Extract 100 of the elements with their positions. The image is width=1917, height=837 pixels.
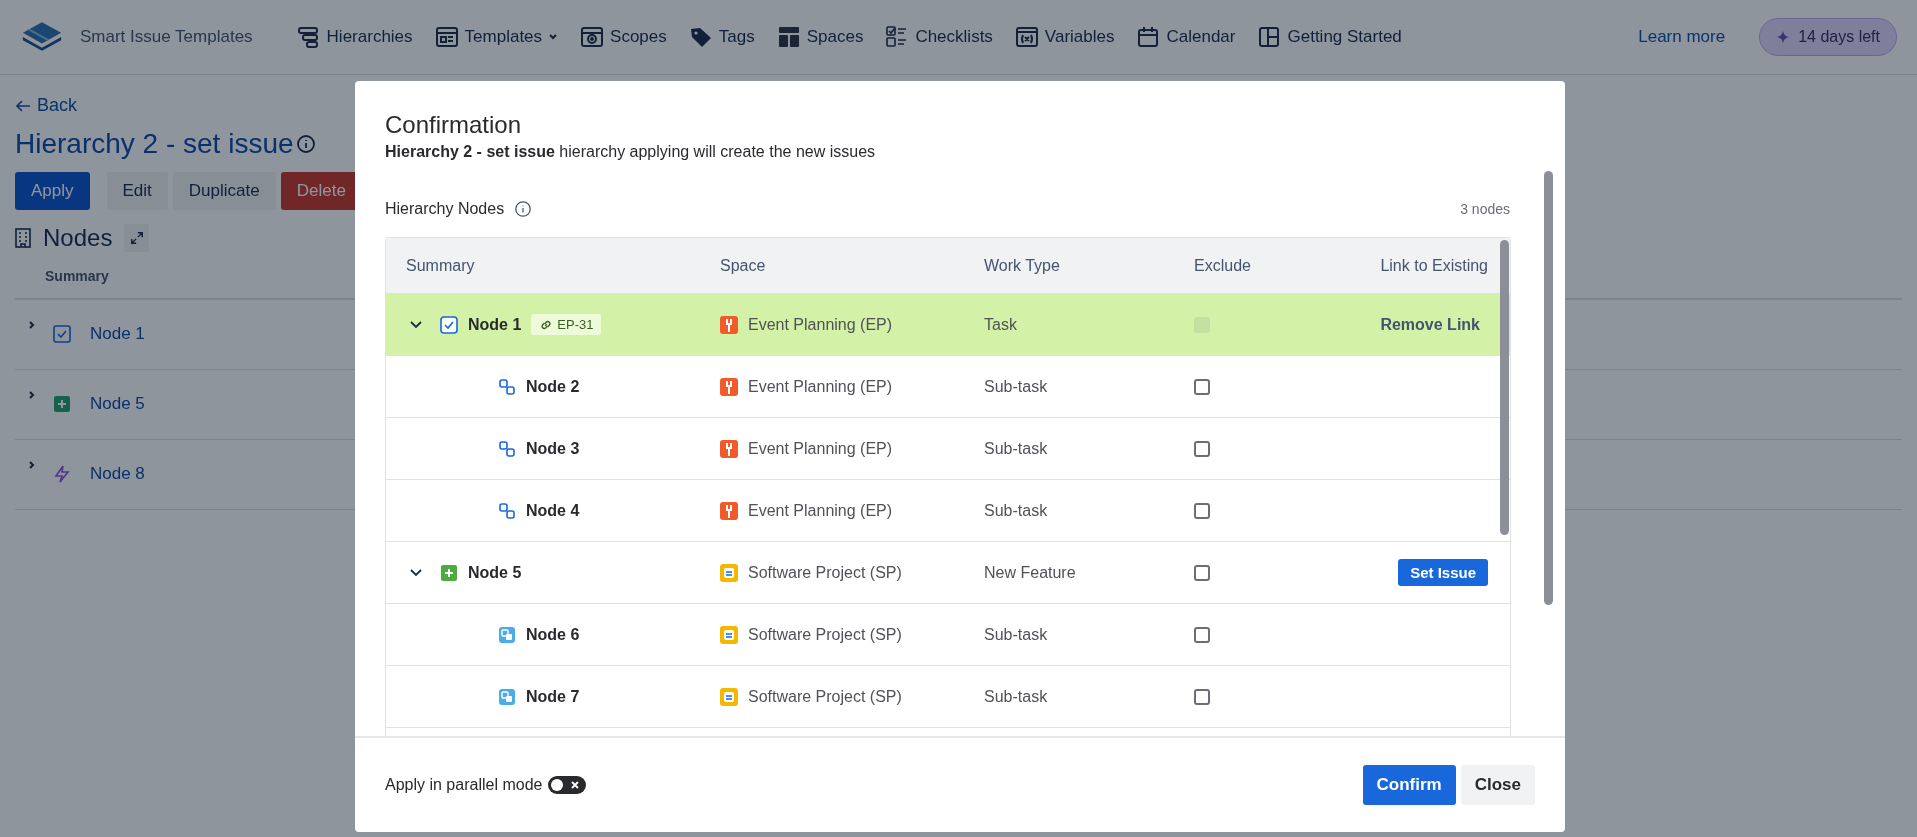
checkbox-icon	[53, 325, 71, 343]
wrench-icon	[720, 439, 738, 458]
node-name: Node 4	[526, 501, 580, 520]
plus-icon	[53, 395, 71, 413]
linked-issue-tag[interactable]: EP-31	[531, 314, 602, 335]
space-name: Software Project (SP)	[748, 563, 902, 582]
node-link[interactable]: Node 5	[90, 394, 145, 414]
page-title: Hierarchy 2 - set issue	[15, 127, 294, 160]
exclude-checkbox[interactable]	[1194, 626, 1210, 643]
expand-button[interactable]	[124, 223, 150, 252]
column-header: Summary	[405, 256, 476, 275]
work-type: Sub-task	[984, 501, 1048, 520]
node-name: Node 7	[526, 687, 580, 706]
plus-icon	[440, 563, 458, 582]
dialog-subtitle: Hierarchy 2 - set issue hierarchy applying will create the new issues	[385, 143, 877, 161]
space-name: Event Planning (EP)	[748, 377, 893, 396]
subtask-icon	[498, 439, 516, 458]
action-button[interactable]: Duplicate	[172, 171, 276, 210]
variable-icon	[1014, 25, 1039, 49]
back-link[interactable]: Back	[15, 95, 78, 116]
logo-icon	[20, 20, 64, 54]
parallel-mode-label: Apply in parallel mode	[385, 776, 543, 794]
nav-link[interactable]: Getting Started	[1257, 25, 1402, 49]
lightning-icon	[53, 465, 71, 483]
node-link[interactable]: Node 1	[90, 324, 145, 344]
node-name: Node 1	[468, 315, 522, 334]
work-type: Sub-task	[984, 625, 1048, 644]
section-label: Hierarchy Nodes	[385, 200, 505, 218]
exclude-checkbox[interactable]	[1194, 564, 1210, 581]
work-type: Sub-task	[984, 439, 1048, 458]
space-name: Software Project (SP)	[748, 687, 902, 706]
chevron-right-icon[interactable]	[27, 319, 37, 330]
column-header: Work Type	[984, 256, 1061, 275]
info-icon	[514, 200, 533, 218]
nodes-heading: Nodes	[43, 223, 113, 252]
dialog-button[interactable]: Close	[1460, 765, 1535, 805]
exclude-checkbox[interactable]	[1194, 440, 1210, 457]
space-name: Event Planning (EP)	[748, 315, 893, 334]
subtask-icon	[498, 377, 516, 396]
info-icon	[295, 133, 316, 154]
hierarchy-icon	[296, 25, 321, 49]
nav-link[interactable]: Variables	[1014, 25, 1115, 49]
space-icon	[720, 563, 738, 582]
parallel-mode-toggle[interactable]	[548, 776, 587, 794]
subtask-icon	[498, 501, 516, 520]
work-type: Task	[984, 315, 1017, 334]
work-type: New Feature	[984, 563, 1076, 582]
subtask-icon	[498, 625, 516, 644]
nav-link[interactable]: Scopes	[580, 25, 667, 49]
nav-link[interactable]: Hierarchies	[296, 25, 413, 49]
dialog-button[interactable]: Confirm	[1362, 765, 1456, 805]
space-name: Event Planning (EP)	[748, 501, 893, 520]
exclude-checkbox[interactable]	[1194, 378, 1210, 395]
exclude-checkbox[interactable]	[1194, 502, 1210, 519]
action-button[interactable]: Edit	[106, 171, 168, 210]
node-link[interactable]: Node 8	[90, 464, 145, 484]
remove-link-button[interactable]: Remove Link	[1372, 311, 1488, 338]
arrow-left-icon	[15, 97, 31, 114]
work-type: Sub-task	[984, 377, 1048, 396]
wrench-icon	[720, 501, 738, 520]
nav-link[interactable]: Spaces	[776, 25, 864, 49]
subtask-icon	[498, 687, 516, 706]
scrollbar-thumb[interactable]	[1544, 171, 1553, 605]
nav-link[interactable]: Templates	[434, 25, 559, 49]
chevron-right-icon[interactable]	[27, 459, 37, 470]
space-name: Software Project (SP)	[748, 625, 902, 644]
checkbox-icon	[440, 315, 458, 334]
column-header: Link to Existing	[1379, 256, 1488, 275]
node-name: Node 2	[526, 377, 580, 396]
calendar-icon	[1136, 25, 1161, 49]
x-icon	[570, 780, 581, 790]
scrollbar-thumb[interactable]	[1500, 240, 1509, 535]
window-icon	[434, 25, 459, 49]
node-name: Node 5	[468, 563, 522, 582]
space-icon	[720, 687, 738, 706]
exclude-checkbox[interactable]	[1194, 688, 1210, 705]
target-icon	[580, 25, 605, 49]
wrench-icon	[720, 377, 738, 396]
nav-link[interactable]: Tags	[688, 25, 755, 49]
learn-more-link[interactable]: Learn more	[1638, 27, 1726, 47]
node-name: Node 6	[526, 625, 580, 644]
dialog-title: Confirmation	[385, 111, 523, 139]
building-icon	[15, 227, 31, 248]
chevron-right-icon[interactable]	[27, 389, 37, 400]
node-count: 3 nodes	[1460, 201, 1510, 217]
nav-link[interactable]: Checklists	[885, 25, 993, 49]
node-name: Node 3	[526, 439, 580, 458]
trial-badge[interactable]: 14 days left	[1759, 18, 1897, 56]
app-name: Smart Issue Templates	[80, 27, 253, 47]
expand-icon	[129, 230, 144, 245]
column-header: Space	[720, 256, 767, 275]
tag-icon	[688, 25, 713, 49]
layout-icon	[776, 25, 801, 49]
nav-link[interactable]: Calendar	[1136, 25, 1236, 49]
set-issue-button[interactable]: Set Issue	[1398, 559, 1488, 586]
space-icon	[720, 625, 738, 644]
work-type: Sub-task	[984, 687, 1048, 706]
action-button[interactable]: Apply	[15, 171, 90, 210]
space-name: Event Planning (EP)	[748, 439, 893, 458]
wrench-icon	[720, 315, 738, 334]
